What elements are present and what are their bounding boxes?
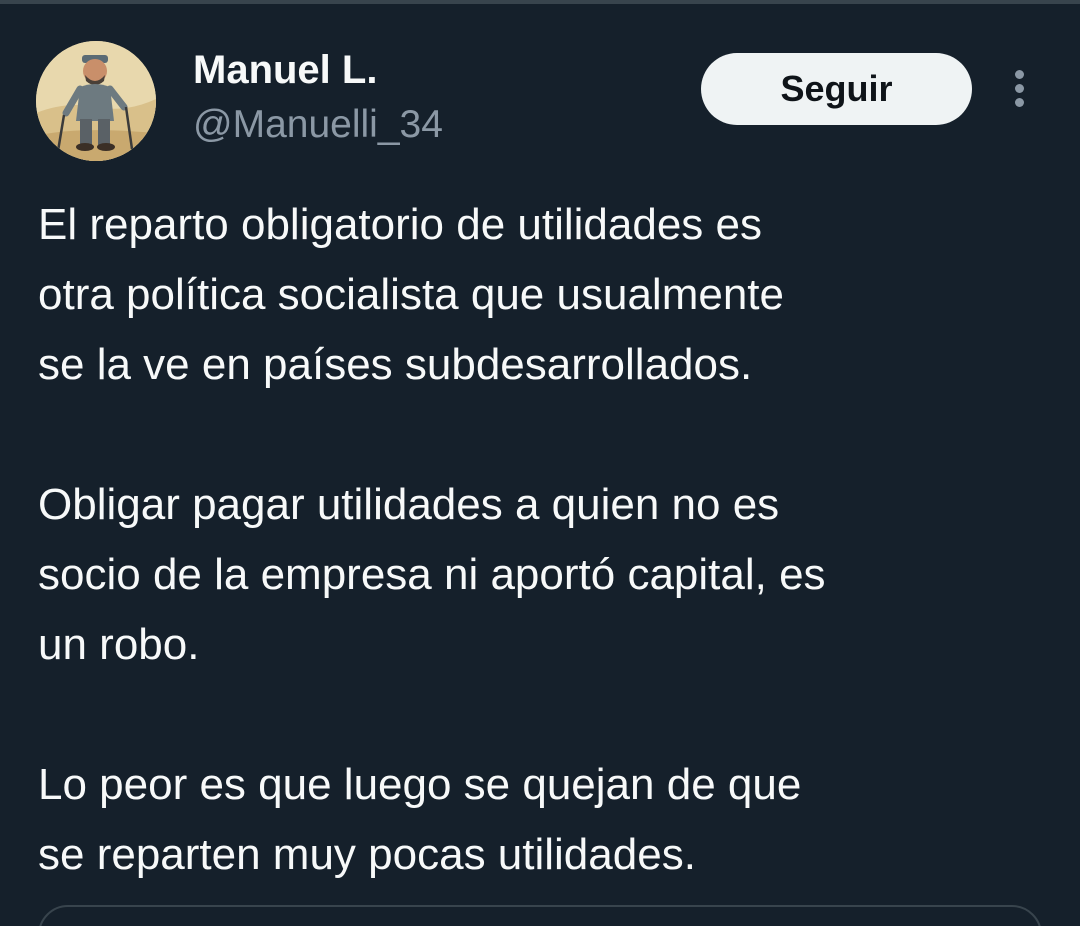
- more-options-vertical-dots-icon[interactable]: [1004, 68, 1036, 110]
- avatar[interactable]: [36, 41, 156, 161]
- dot: [1015, 98, 1024, 107]
- tweet-text: El reparto obligatorio de utilidades es …: [38, 190, 1058, 890]
- dot: [1015, 70, 1024, 79]
- tweet-paragraph: Obligar pagar utilidades a quien no es s…: [38, 480, 826, 669]
- author-handle[interactable]: @Manuelli_34: [193, 102, 443, 148]
- embedded-card-edge[interactable]: [38, 905, 1042, 926]
- top-divider: [0, 0, 1080, 4]
- dot: [1015, 84, 1024, 93]
- follow-button[interactable]: Seguir: [701, 53, 972, 125]
- author-display-name[interactable]: Manuel L.: [193, 47, 377, 93]
- tweet-paragraph: Lo peor es que luego se quejan de que se…: [38, 760, 802, 879]
- tweet-paragraph: El reparto obligatorio de utilidades es …: [38, 200, 784, 389]
- profile-photo-hiker-icon: [36, 41, 156, 161]
